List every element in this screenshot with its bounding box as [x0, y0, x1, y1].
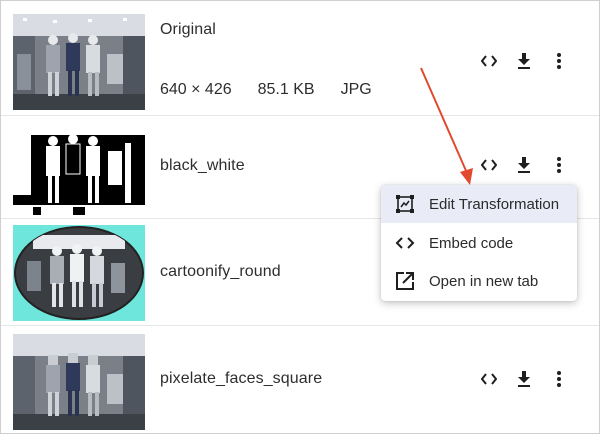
store-image-bw: [13, 121, 145, 217]
row-actions: [477, 153, 582, 177]
asset-list: Original 640 × 426 85.1 KB JPG black_whi…: [0, 0, 600, 434]
asset-size: 85.1 KB: [257, 81, 315, 98]
more-options-button[interactable]: [547, 49, 571, 73]
download-button[interactable]: [512, 49, 536, 73]
menu-item-label: Embed code: [429, 234, 514, 252]
store-image-pixelate: [13, 334, 145, 430]
code-icon: [481, 159, 497, 171]
code-icon: [481, 373, 497, 385]
more-vertical-icon: [557, 371, 561, 387]
embed-code-button[interactable]: [477, 49, 501, 73]
asset-dimensions: 640 × 426: [160, 81, 232, 98]
code-icon: [481, 55, 497, 67]
asset-name: black_white: [160, 157, 245, 174]
download-button[interactable]: [512, 367, 536, 391]
store-image-cartoon: [13, 225, 145, 321]
thumbnail-cartoonify-round[interactable]: [13, 225, 145, 321]
more-options-button[interactable]: [547, 367, 571, 391]
more-options-button[interactable]: [547, 153, 571, 177]
list-item: Original 640 × 426 85.1 KB JPG: [1, 1, 599, 116]
store-image: [13, 14, 145, 110]
download-icon: [518, 157, 530, 173]
download-icon: [518, 53, 530, 69]
menu-item-label: Open in new tab: [429, 272, 539, 290]
open-new-tab-icon: [396, 272, 414, 290]
asset-name: cartoonify_round: [160, 263, 281, 280]
more-vertical-icon: [557, 53, 561, 69]
embed-code-button[interactable]: [477, 153, 501, 177]
asset-meta: 640 × 426 85.1 KB JPG: [160, 81, 398, 99]
embed-code-button[interactable]: [477, 367, 501, 391]
context-menu: Edit Transformation Embed code Open in n…: [381, 185, 577, 301]
thumbnail-black-white[interactable]: [13, 121, 145, 217]
transform-icon: [396, 195, 414, 213]
download-button[interactable]: [512, 153, 536, 177]
asset-format: JPG: [340, 81, 372, 98]
row-actions: [477, 49, 582, 73]
row-actions: [477, 367, 582, 391]
download-icon: [518, 371, 530, 387]
list-item: pixelate_faces_square: [1, 326, 599, 433]
menu-item-label: Edit Transformation: [429, 195, 560, 213]
thumbnail-original[interactable]: [13, 14, 145, 110]
thumbnail-pixelate-faces-square[interactable]: [13, 334, 145, 430]
code-icon: [395, 237, 415, 249]
asset-name: pixelate_faces_square: [160, 370, 323, 387]
asset-name: Original: [160, 21, 216, 38]
menu-item-edit-transformation[interactable]: Edit Transformation: [381, 185, 577, 223]
menu-item-embed-code[interactable]: Embed code: [381, 224, 577, 262]
more-vertical-icon: [557, 157, 561, 173]
menu-item-open-new-tab[interactable]: Open in new tab: [381, 262, 577, 300]
